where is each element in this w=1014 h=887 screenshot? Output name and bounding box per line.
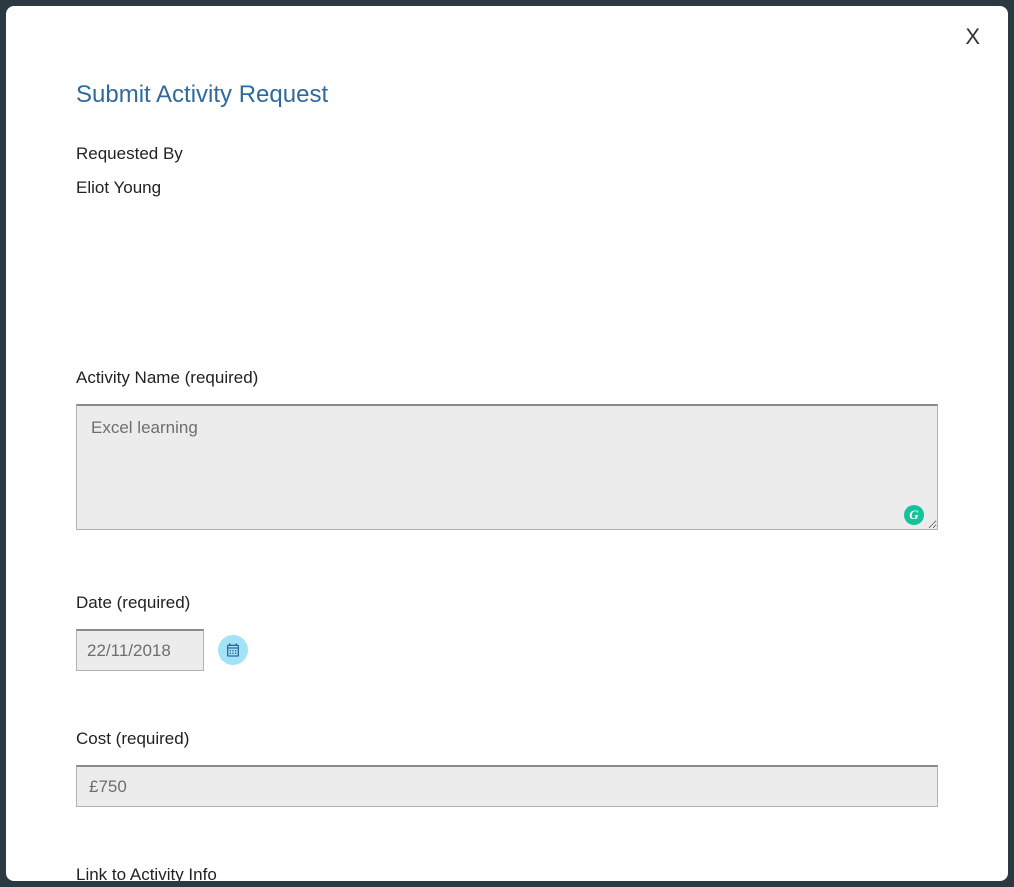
submit-activity-modal: X Submit Activity Request Requested By E… [6, 6, 1008, 881]
activity-name-section: Activity Name (required) G [76, 368, 938, 535]
date-row [76, 629, 938, 671]
close-button[interactable]: X [965, 24, 980, 50]
activity-name-label: Activity Name (required) [76, 368, 938, 388]
requested-by-section: Requested By Eliot Young [76, 144, 938, 198]
link-label: Link to Activity Info [76, 865, 938, 881]
cost-input[interactable] [76, 765, 938, 807]
date-input[interactable] [76, 629, 204, 671]
requested-by-label: Requested By [76, 144, 938, 164]
date-section: Date (required) [76, 593, 938, 671]
activity-name-wrapper: G [76, 404, 938, 535]
activity-name-input[interactable] [76, 404, 938, 530]
cost-label: Cost (required) [76, 729, 938, 749]
requested-by-value: Eliot Young [76, 178, 938, 198]
date-label: Date (required) [76, 593, 938, 613]
calendar-icon [225, 642, 241, 658]
link-section: Link to Activity Info [76, 865, 938, 881]
modal-title: Submit Activity Request [76, 81, 938, 109]
calendar-button[interactable] [218, 635, 248, 665]
cost-section: Cost (required) [76, 729, 938, 807]
